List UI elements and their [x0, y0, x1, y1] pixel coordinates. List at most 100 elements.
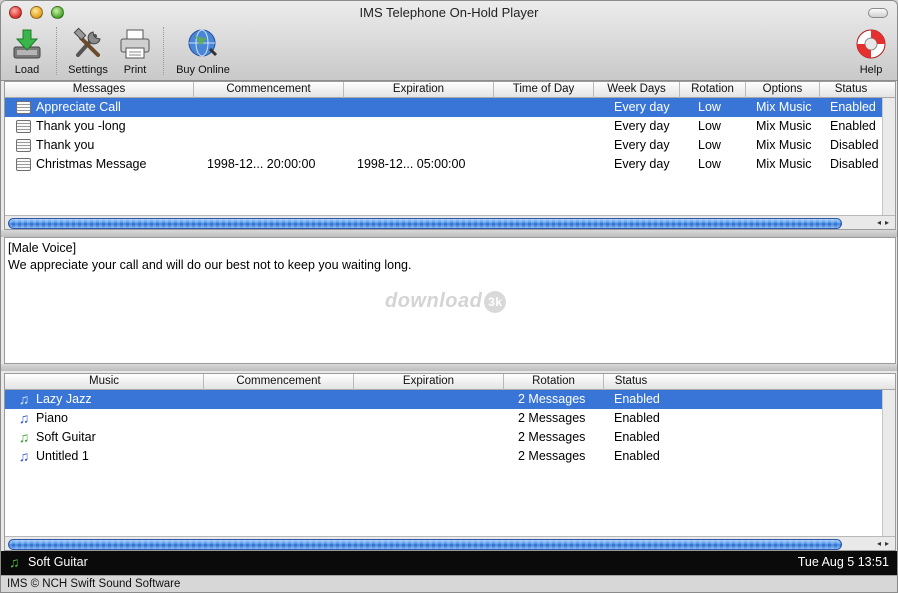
print-label: Print: [123, 64, 147, 76]
now-playing-icon: ♫: [9, 554, 20, 570]
message-text-line-2: We appreciate your call and will do our …: [8, 258, 412, 272]
printer-icon: [120, 29, 150, 59]
buy-online-button[interactable]: Buy Online: [173, 27, 233, 79]
col-rotation[interactable]: Rotation: [680, 82, 746, 98]
music-horizontal-scrollbar[interactable]: ◂▸: [5, 536, 895, 550]
scroll-arrows-icon[interactable]: ◂▸: [859, 539, 893, 550]
music-table-header: Music Commencement Expiration Rotation S…: [5, 374, 895, 390]
toolbar-toggle-button[interactable]: [868, 8, 888, 18]
music-note-playing-icon: ♫: [18, 429, 30, 445]
music-vertical-scrollbar[interactable]: [882, 390, 895, 536]
col-options[interactable]: Options: [746, 82, 820, 98]
col-music-expiration[interactable]: Expiration: [354, 374, 504, 390]
music-rotation: 2 Messages: [518, 430, 586, 444]
status-datetime: Tue Aug 5 13:51: [797, 555, 889, 569]
scroll-arrows-icon[interactable]: ◂▸: [859, 218, 893, 229]
messages-vertical-scrollbar[interactable]: [882, 98, 895, 215]
load-button[interactable]: Load: [9, 27, 45, 79]
table-row[interactable]: Appreciate Call Every day Low Mix Music …: [5, 98, 895, 117]
table-row[interactable]: ♫ Untitled 1 2 Messages Enabled: [5, 447, 895, 466]
message-status: Disabled: [830, 138, 879, 152]
music-note-icon: ♫: [18, 410, 30, 426]
table-row[interactable]: Thank you -long Every day Low Mix Music …: [5, 117, 895, 136]
watermark: download 3k: [385, 290, 507, 313]
music-status: Enabled: [614, 411, 660, 425]
tools-icon: [73, 27, 101, 57]
message-options: Mix Music: [756, 119, 812, 133]
message-name: Thank you -long: [36, 119, 126, 133]
window-title: IMS Telephone On-Hold Player: [359, 5, 539, 20]
music-name: Piano: [36, 411, 68, 425]
message-text-line-1: [Male Voice]: [8, 241, 77, 255]
table-row[interactable]: ♫ Lazy Jazz 2 Messages Enabled: [5, 390, 895, 409]
music-status: Enabled: [614, 430, 660, 444]
message-text-pane[interactable]: [Male Voice] We appreciate your call and…: [4, 237, 896, 364]
message-name: Appreciate Call: [36, 100, 121, 114]
music-name: Soft Guitar: [36, 430, 96, 444]
col-time-of-day[interactable]: Time of Day: [494, 82, 594, 98]
message-status: Enabled: [830, 119, 876, 133]
print-button[interactable]: Print: [117, 27, 153, 79]
col-music-status[interactable]: Status: [604, 374, 658, 390]
col-music-commencement[interactable]: Commencement: [204, 374, 354, 390]
upper-splitter[interactable]: [1, 230, 897, 237]
table-row[interactable]: ♫ Soft Guitar 2 Messages Enabled: [5, 428, 895, 447]
table-row[interactable]: ♫ Piano 2 Messages Enabled: [5, 409, 895, 428]
message-week-days: Every day: [614, 157, 670, 171]
message-icon: [16, 101, 31, 114]
now-playing-text: Soft Guitar: [28, 555, 88, 569]
col-status[interactable]: Status: [820, 82, 882, 98]
load-label: Load: [14, 64, 40, 76]
table-row[interactable]: Thank you Every day Low Mix Music Disabl…: [5, 136, 895, 155]
footer: IMS © NCH Swift Sound Software: [1, 575, 897, 592]
help-label: Help: [859, 64, 883, 76]
status-bar: ♫ Soft Guitar Tue Aug 5 13:51: [1, 551, 897, 575]
music-name: Lazy Jazz: [36, 392, 92, 406]
globe-icon: [188, 29, 218, 57]
col-music-rotation[interactable]: Rotation: [504, 374, 604, 390]
message-status: Enabled: [830, 100, 876, 114]
col-messages[interactable]: Messages: [5, 82, 194, 98]
message-week-days: Every day: [614, 119, 670, 133]
music-scroll-thumb[interactable]: [8, 539, 842, 550]
messages-horizontal-scrollbar[interactable]: ◂▸: [5, 215, 895, 229]
music-rotation: 2 Messages: [518, 392, 586, 406]
watermark-badge: 3k: [484, 290, 507, 313]
settings-button[interactable]: Settings: [64, 27, 112, 79]
message-expiration: 1998-12... 05:00:00: [357, 157, 466, 171]
music-rotation: 2 Messages: [518, 449, 586, 463]
col-music[interactable]: Music: [5, 374, 204, 390]
help-button[interactable]: Help: [853, 27, 889, 79]
messages-table[interactable]: Messages Commencement Expiration Time of…: [4, 81, 896, 230]
music-rotation: 2 Messages: [518, 411, 586, 425]
message-icon: [16, 139, 31, 152]
message-icon: [16, 158, 31, 171]
lower-splitter[interactable]: [1, 364, 897, 371]
message-name: Christmas Message: [36, 157, 147, 171]
music-name: Untitled 1: [36, 449, 89, 463]
message-rotation: Low: [698, 138, 721, 152]
message-status: Disabled: [830, 157, 879, 171]
message-rotation: Low: [698, 157, 721, 171]
col-expiration[interactable]: Expiration: [344, 82, 494, 98]
col-commencement[interactable]: Commencement: [194, 82, 344, 98]
music-note-icon: ♫: [18, 448, 30, 464]
message-commencement: 1998-12... 20:00:00: [207, 157, 316, 171]
message-options: Mix Music: [756, 100, 812, 114]
lifebuoy-icon: [856, 29, 886, 59]
music-status: Enabled: [614, 449, 660, 463]
music-note-icon: ♫: [18, 391, 30, 407]
message-icon: [16, 120, 31, 133]
col-week-days[interactable]: Week Days: [594, 82, 680, 98]
app-window: IMS Telephone On-Hold Player Load Settin…: [0, 0, 898, 593]
messages-scroll-thumb[interactable]: [8, 218, 842, 229]
message-rotation: Low: [698, 119, 721, 133]
watermark-text: download: [385, 290, 483, 312]
title-toolbar: IMS Telephone On-Hold Player Load Settin…: [1, 1, 897, 81]
music-status: Enabled: [614, 392, 660, 406]
music-table[interactable]: Music Commencement Expiration Rotation S…: [4, 373, 896, 551]
message-options: Mix Music: [756, 157, 812, 171]
table-row[interactable]: Christmas Message 1998-12... 20:00:00 19…: [5, 155, 895, 174]
buy-online-label: Buy Online: [176, 64, 230, 76]
message-options: Mix Music: [756, 138, 812, 152]
